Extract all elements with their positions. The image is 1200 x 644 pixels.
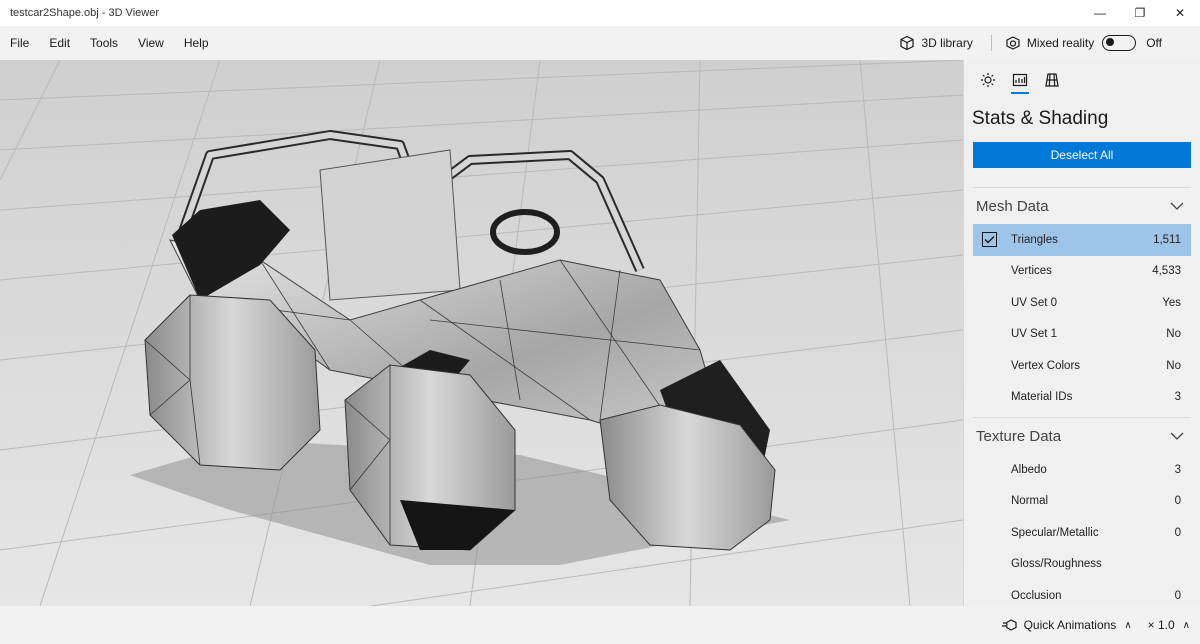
menu-view[interactable]: View (128, 26, 174, 60)
deselect-all-button[interactable]: Deselect All (973, 142, 1191, 168)
mesh-row-material-ids[interactable]: Material IDs 3 (964, 382, 1200, 414)
menu-bar: File Edit Tools View Help 3D library Mix… (0, 26, 1200, 60)
seat (319, 149, 461, 301)
close-button[interactable]: ✕ (1160, 0, 1200, 26)
3d-viewport[interactable] (0, 60, 963, 606)
row-label: Occlusion (1011, 589, 1062, 602)
texture-row-occlusion[interactable]: Occlusion 0 (964, 580, 1200, 606)
lighting-tab[interactable] (972, 64, 1004, 96)
title-bar: testcar2Shape.obj - 3D Viewer — ❐ ✕ (0, 0, 1200, 26)
checkbox[interactable] (982, 232, 997, 247)
row-label: Specular/Metallic (1011, 526, 1099, 539)
row-value: 4,533 (1152, 265, 1181, 278)
row-value: Yes (1162, 296, 1181, 309)
sun-icon (981, 73, 995, 87)
checkmark-icon (984, 236, 995, 244)
row-label: Albedo (1011, 463, 1047, 476)
texture-data-header[interactable]: Texture Data (964, 418, 1200, 454)
row-value: No (1166, 328, 1181, 341)
panel-tabs (964, 60, 1200, 100)
window-title: testcar2Shape.obj - 3D Viewer (10, 7, 159, 19)
chevron-down-icon (1170, 432, 1184, 440)
row-value: 1,511 (1153, 233, 1181, 246)
mixed-reality-toggle[interactable] (1102, 35, 1137, 51)
stats-tab[interactable] (1004, 64, 1036, 96)
minimize-button[interactable]: — (1080, 0, 1120, 26)
row-value: 3 (1174, 391, 1181, 404)
mesh-row-uv-set-0[interactable]: UV Set 0 Yes (964, 287, 1200, 319)
chevron-up-icon[interactable]: ∧ (1124, 620, 1131, 631)
menu-tools[interactable]: Tools (80, 26, 128, 60)
row-label: Material IDs (1011, 391, 1073, 404)
toolbar-divider (990, 35, 992, 51)
model-scene[interactable] (0, 60, 963, 606)
3d-library-label: 3D library (921, 36, 973, 50)
mixed-reality-icon (1006, 36, 1020, 50)
mesh-data-title: Mesh Data (976, 197, 1049, 215)
row-value: 0 (1174, 526, 1181, 539)
menu-edit[interactable]: Edit (39, 26, 80, 60)
texture-row-normal[interactable]: Normal 0 (964, 486, 1200, 518)
row-label: UV Set 0 (1011, 296, 1058, 309)
row-value: 3 (1174, 463, 1181, 476)
toggle-knob (1106, 38, 1115, 47)
cube-icon (900, 35, 915, 51)
texture-row-albedo[interactable]: Albedo 3 (964, 454, 1200, 486)
row-label: Gloss/Roughness (1011, 558, 1102, 571)
animation-speed[interactable]: × 1.0 (1148, 618, 1175, 632)
row-value: 0 (1174, 495, 1181, 508)
mixed-reality-control[interactable]: Mixed reality Off (1005, 35, 1162, 51)
texture-row-gloss-roughness[interactable]: Gloss/Roughness (964, 549, 1200, 581)
grid-tab[interactable] (1036, 64, 1068, 96)
row-label: Normal (1011, 495, 1049, 508)
3d-library-button[interactable]: 3D library (899, 35, 973, 51)
quick-animations-button[interactable]: Quick Animations (1024, 618, 1117, 632)
texture-row-specular-metallic[interactable]: Specular/Metallic 0 (964, 517, 1200, 549)
menu-help[interactable]: Help (174, 26, 219, 60)
stats-icon (1012, 73, 1028, 87)
panel-heading: Stats & Shading (972, 108, 1109, 129)
mixed-reality-state: Off (1146, 36, 1162, 50)
mixed-reality-label: Mixed reality (1026, 36, 1095, 50)
row-value: No (1166, 359, 1181, 372)
row-value: 0 (1174, 589, 1181, 602)
row-label: Triangles (1011, 233, 1058, 246)
texture-data-title: Texture Data (976, 427, 1062, 445)
maximize-button[interactable]: ❐ (1120, 0, 1160, 26)
chevron-down-icon (1170, 202, 1184, 210)
mesh-row-triangles[interactable]: Triangles 1,511 (973, 224, 1191, 256)
row-label: Vertices (1011, 265, 1052, 278)
mesh-row-vertices[interactable]: Vertices 4,533 (964, 256, 1200, 288)
mesh-grid-icon (1045, 73, 1059, 87)
mesh-row-uv-set-1[interactable]: UV Set 1 No (964, 319, 1200, 351)
mesh-data-header[interactable]: Mesh Data (964, 188, 1200, 224)
stats-panel: Stats & Shading Deselect All Mesh Data T… (963, 60, 1200, 606)
status-bar: Quick Animations ∧ × 1.0 ∧ (0, 606, 1200, 644)
row-label: Vertex Colors (1011, 359, 1081, 372)
chevron-up-icon[interactable]: ∧ (1183, 620, 1190, 631)
row-label: UV Set 1 (1011, 328, 1058, 341)
menu-file[interactable]: File (0, 26, 39, 60)
mesh-row-vertex-colors[interactable]: Vertex Colors No (964, 350, 1200, 382)
animation-icon (1001, 619, 1017, 631)
